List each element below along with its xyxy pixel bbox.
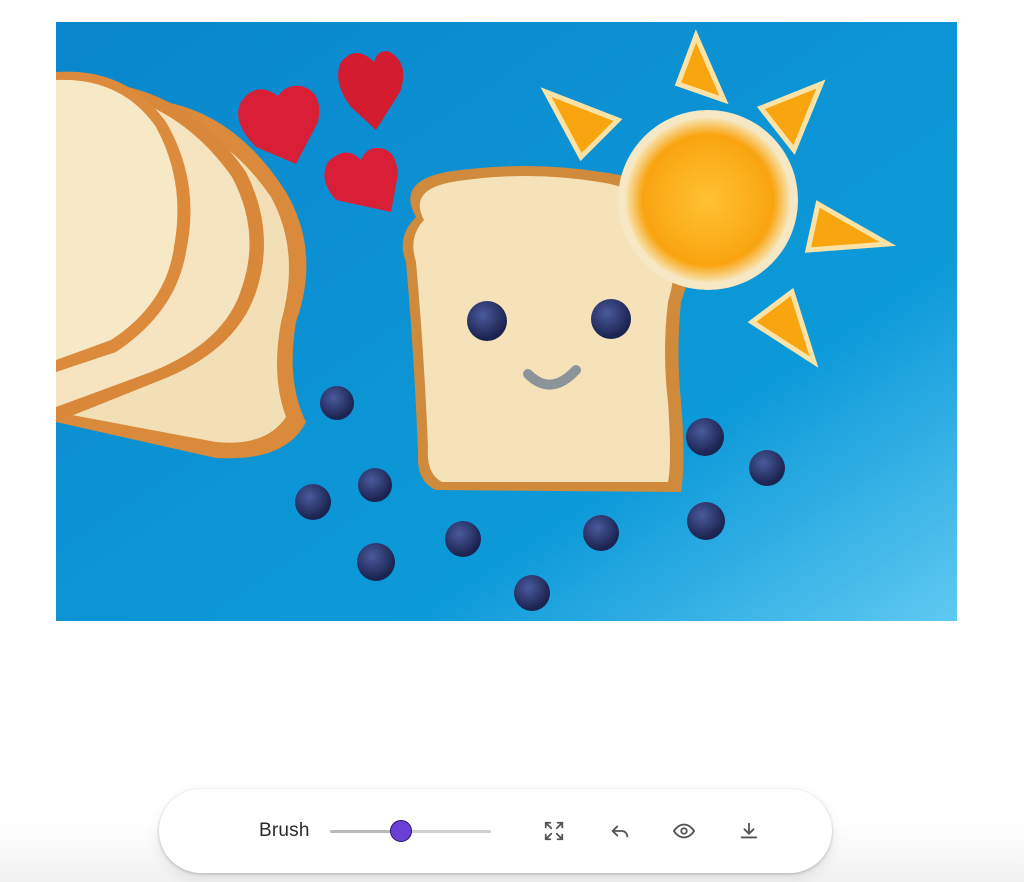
eye-icon <box>673 823 695 839</box>
brush-label: Brush <box>259 820 310 841</box>
undo-icon <box>611 825 629 838</box>
photo-bread-face-blueberries-orange-sun <box>56 22 957 621</box>
undo-button[interactable] <box>605 816 635 846</box>
preview-button[interactable] <box>669 816 699 846</box>
bottom-toolbar: Brush <box>159 789 832 873</box>
slider-thumb[interactable] <box>389 820 412 842</box>
download-button[interactable] <box>734 816 764 846</box>
fit-screen-button[interactable] <box>539 816 569 846</box>
editor-stage: Brush <box>0 0 1024 882</box>
expand-icon <box>544 821 564 841</box>
image-canvas[interactable] <box>56 22 957 621</box>
download-icon <box>740 822 758 839</box>
